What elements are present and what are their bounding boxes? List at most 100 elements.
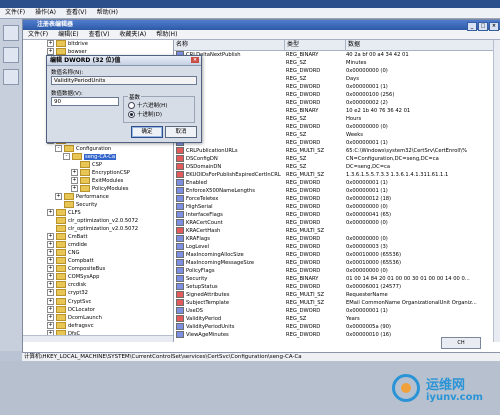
value-row[interactable]: CRLPublicationURLs REG_MULTI_SZ 65:C:\Wind… [174,147,500,155]
tree-item[interactable]: + Performance [23,192,173,201]
value-row[interactable]: REG_SZ Weeks [174,131,500,139]
value-row[interactable]: LogLevel REG_DWORD 0x00000003 (3) [174,243,500,251]
menu-edit[interactable]: 编辑(E) [53,30,83,39]
value-row[interactable]: ValidityPeriod REG_SZ Years [174,315,500,323]
values-vertical-scrollbar[interactable] [493,40,500,342]
close-button[interactable]: × [489,22,499,31]
menu-action[interactable]: 操作(A) [30,8,61,18]
tree-item[interactable]: + CLFS [23,208,173,217]
value-row[interactable]: KRAFlags REG_DWORD 0x00000000 (0) [174,235,500,243]
tree-item[interactable]: - Configuration [23,144,173,153]
tree-item[interactable]: + crypt32 [23,289,173,297]
dialog-close-button[interactable]: × [191,57,199,63]
tree-item[interactable]: + crcdisk [23,281,173,289]
column-header-name[interactable]: 名称 [174,40,285,50]
cancel-button[interactable]: 取消 [165,126,197,138]
column-header-data[interactable]: 数据 [346,40,499,50]
tree-item[interactable]: + ExitModules [23,176,173,185]
value-row[interactable]: REG_DWORD 0x00000001 (1) [174,139,500,147]
menu-file[interactable]: 文件(F) [23,30,53,39]
tree-expander-icon[interactable]: + [47,289,54,297]
tree-item[interactable]: clr_optimization_v2.0.5072 [23,217,173,225]
value-row[interactable]: Enabled REG_DWORD 0x00000001 (1) [174,179,500,187]
tree-expander-icon[interactable]: + [47,40,54,47]
tree-expander-icon[interactable]: + [47,281,54,289]
dec-radio[interactable]: 十进制(D) [128,110,162,118]
maximize-button[interactable]: □ [478,22,488,31]
tree-expander-icon[interactable]: + [55,192,62,200]
tree-expander-icon[interactable]: + [47,208,54,216]
value-row[interactable]: REG_SZ Hours [174,115,500,123]
hex-radio-button[interactable] [128,102,135,109]
tree-item[interactable]: + bltdrive [23,40,173,48]
value-row[interactable]: DSConfigDN REG_SZ CN=Configuration,DC=seng… [174,155,500,163]
value-row[interactable]: HighSerial REG_DWORD 0x00000000 (0) [174,203,500,211]
menu-view[interactable]: 查看(V) [61,8,92,18]
tree-expander-icon[interactable]: + [47,249,54,257]
value-row[interactable]: REG_DWORD 0x00000000 (0) [174,123,500,131]
value-row[interactable]: REG_SZ Minutes [174,59,500,67]
tree-expander-icon[interactable]: + [47,313,54,321]
tree-item[interactable]: CSP [23,160,173,169]
tree-item[interactable]: + DcomLaunch [23,313,173,322]
tree-expander-icon[interactable]: + [47,321,54,329]
value-row[interactable]: ValidityPeriodUnits REG_DWORD 0x0000005a (… [174,323,500,331]
value-row[interactable]: InterfaceFlags REG_DWORD 0x00000041 (65) [174,211,500,219]
registry-values-list[interactable]: 名称 类型 数据 CRLDeltaNextPublish REG_BINARY 40… [174,40,500,342]
value-row[interactable]: DSDomainDN REG_SZ DC=seng,DC=ca [174,163,500,171]
tree-expander-icon[interactable]: + [47,48,54,56]
tree-expander-icon[interactable]: + [47,273,54,281]
value-row[interactable]: KRACertCount REG_DWORD 0x00000000 (0) [174,219,500,227]
tree-item[interactable]: Security [23,200,173,209]
value-row[interactable]: REG_DWORD 0x00000001 (1) [174,83,500,91]
tree-expander-icon[interactable]: - [55,144,62,152]
value-row[interactable]: SubjectTemplate REG_MULTI_SZ EMail CommonN… [174,299,500,307]
toolbar-button[interactable] [3,69,19,85]
tree-item[interactable]: + Compbatt [23,257,173,265]
tree-item[interactable]: + PolicyModules [23,184,173,193]
tree-expander-icon[interactable]: + [71,184,78,192]
toolbar-button[interactable] [3,47,19,63]
column-header-type[interactable]: 类型 [285,40,346,50]
tree-item[interactable]: clr_optimization_v2.0.5072 [23,225,173,233]
tree-expander-icon[interactable]: + [47,233,54,241]
value-row[interactable]: MaxIncomingAllocSize REG_DWORD 0x00010000 … [174,251,500,259]
menu-view[interactable]: 查看(V) [84,30,115,39]
tree-expander-icon[interactable]: + [47,305,54,313]
value-row[interactable]: PolicyFlags REG_DWORD 0x00000000 (0) [174,267,500,275]
hex-radio[interactable]: 十六进制(H) [128,101,167,109]
value-row[interactable]: CRLDeltaNextPublish REG_BINARY 40 2a bf 00… [174,51,500,59]
value-row[interactable]: EKUOIDsForPublishExpiredCertInCRL REG_MUL… [174,171,500,179]
tree-item[interactable]: - seng-CA-Ca [23,152,173,161]
ime-indicator[interactable]: CH [441,337,481,349]
tree-horizontal-scrollbar[interactable] [23,335,173,342]
menu-file[interactable]: 文件(F) [0,8,30,18]
tree-expander-icon[interactable]: + [47,297,54,305]
tree-expander-icon[interactable]: + [47,257,54,265]
menu-help[interactable]: 帮助(H) [151,30,182,39]
value-row[interactable]: REG_SZ Days [174,75,500,83]
tree-item[interactable]: + EncryptionCSP [23,168,173,177]
value-row[interactable]: REG_DWORD 0x00000000 (0) [174,67,500,75]
value-row[interactable]: REG_BINARY 10 e2 1b 40 76 36 42 01 [174,107,500,115]
tree-item[interactable]: + cmdide [23,241,173,249]
tree-item[interactable]: + COMSysApp [23,273,173,281]
minimize-button[interactable]: _ [467,22,477,31]
tree-expander-icon[interactable]: + [71,176,78,184]
value-row[interactable]: SignedAttributes REG_MULTI_SZ RequesterNam… [174,291,500,299]
value-row[interactable]: UseDS REG_DWORD 0x00000001 (1) [174,307,500,315]
value-row[interactable]: MaxIncomingMessageSize REG_DWORD 0x0001000… [174,259,500,267]
menu-favorites[interactable]: 收藏夹(A) [114,30,151,39]
ok-button[interactable]: 确定 [131,126,163,138]
tree-expander-icon[interactable]: + [47,265,54,273]
tree-item[interactable]: + CryptSvc [23,297,173,306]
value-row[interactable]: ForceTeletex REG_DWORD 0x00000012 (18) [174,195,500,203]
value-row[interactable]: EnforceX500NameLengths REG_DWORD 0x0000000… [174,187,500,195]
tree-expander-icon[interactable]: + [71,168,78,176]
tree-item[interactable]: + DCLocator [23,305,173,314]
tree-item[interactable]: + CompositeBus [23,265,173,273]
value-row[interactable]: REG_DWORD 0x00000002 (2) [174,99,500,107]
tree-item[interactable]: + CmBatt [23,233,173,241]
tree-item[interactable]: + CNG [23,249,173,257]
tree-expander-icon[interactable]: - [63,152,70,160]
